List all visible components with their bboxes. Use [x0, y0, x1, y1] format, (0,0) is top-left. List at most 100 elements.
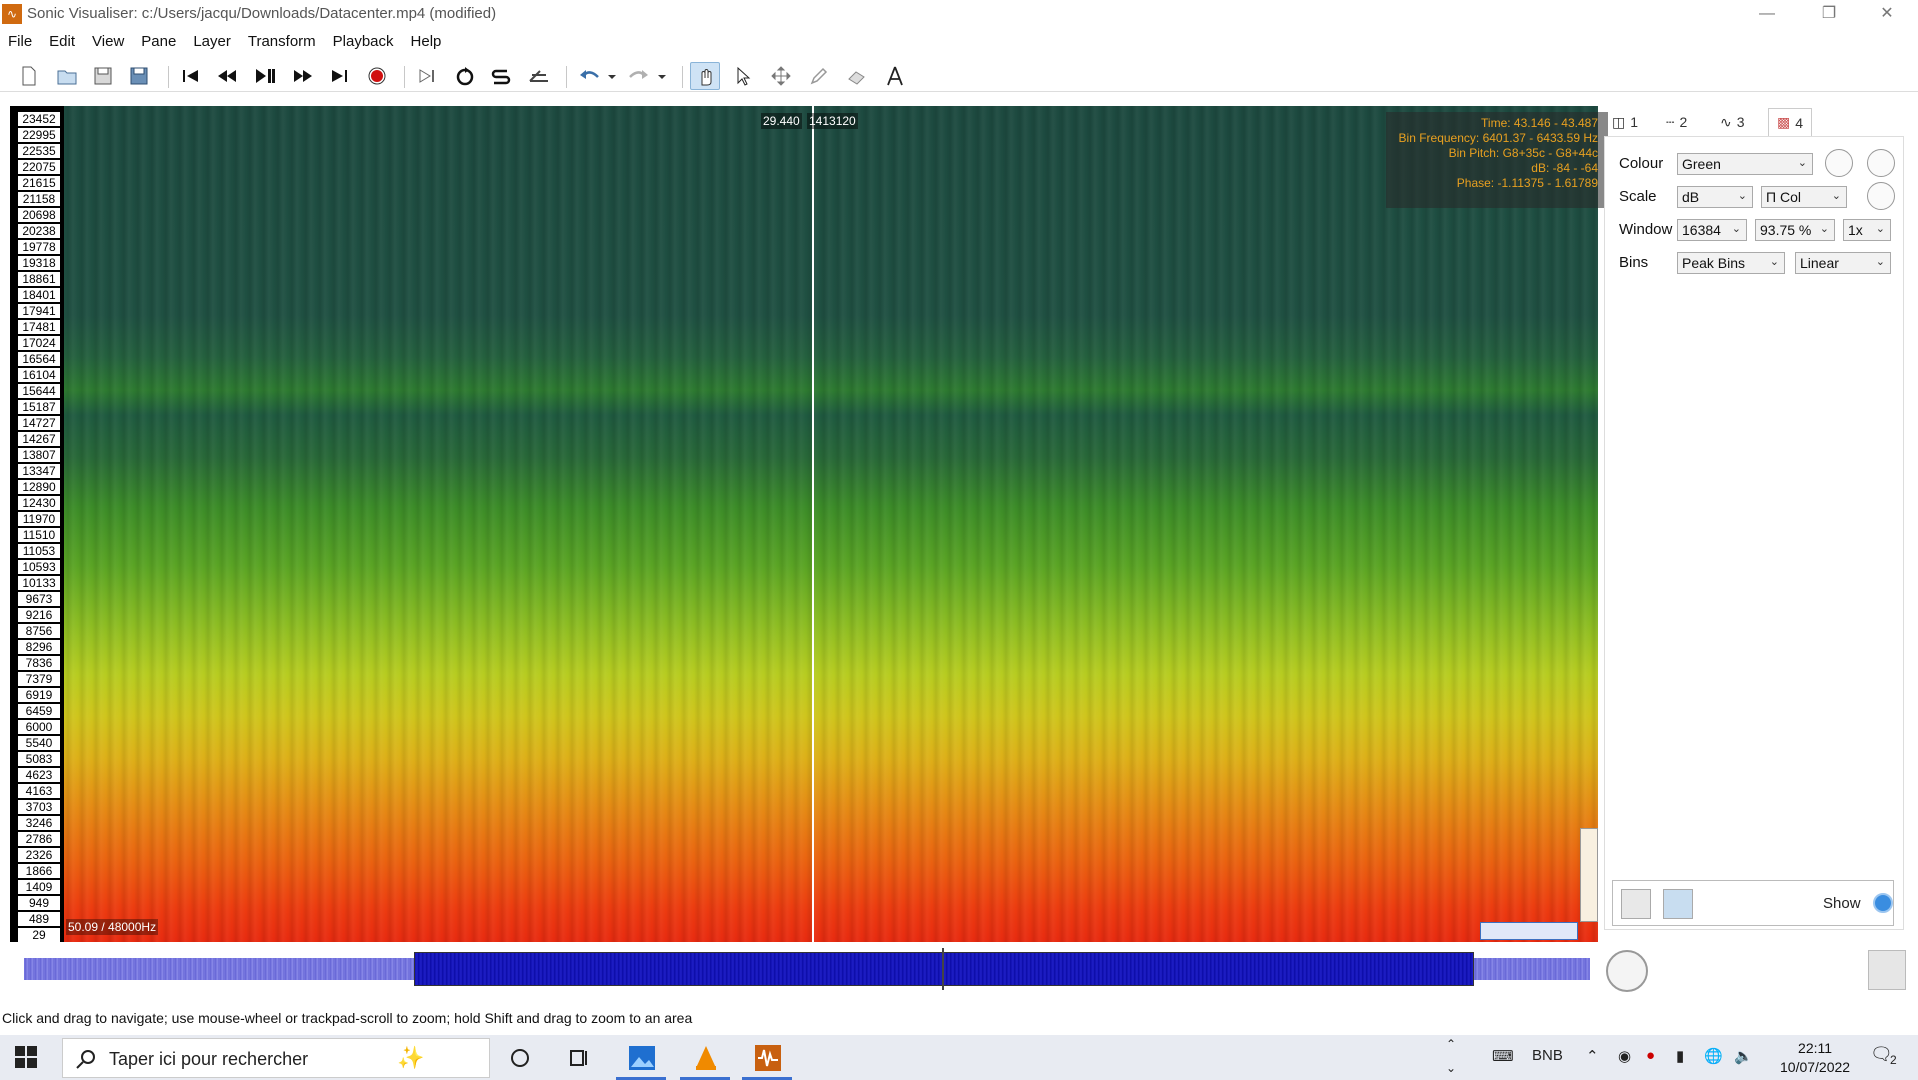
overview-waveform[interactable]: [10, 948, 1598, 990]
window-size-select[interactable]: 16384 ⌄: [1677, 219, 1747, 241]
spectrogram-view[interactable]: [64, 106, 1598, 942]
photos-app-icon[interactable]: [626, 1043, 658, 1073]
toolbar: [0, 58, 1918, 92]
frequency-scale-label: 9216: [18, 608, 60, 622]
layer-menu-button[interactable]: [1621, 889, 1651, 919]
network-icon[interactable]: 🌐: [1704, 1047, 1723, 1065]
window-overlap-select[interactable]: 93.75 % ⌄: [1755, 219, 1835, 241]
colour-rotation-dial[interactable]: [1867, 149, 1895, 177]
normalization-select[interactable]: Π Col ⌄: [1761, 186, 1847, 208]
menu-playback[interactable]: Playback: [325, 30, 403, 54]
webcam-icon[interactable]: ◉: [1618, 1047, 1631, 1065]
keyboard-layout-label[interactable]: BNB: [1532, 1047, 1563, 1064]
tab-3[interactable]: ∿ 3: [1712, 108, 1753, 136]
system-clock[interactable]: 22:11 10/07/2022: [1780, 1039, 1850, 1077]
battery-icon[interactable]: ▮: [1676, 1047, 1684, 1065]
restore-button[interactable]: ❐: [1806, 0, 1852, 28]
menu-view[interactable]: View: [84, 30, 133, 54]
menu-help[interactable]: Help: [403, 30, 451, 54]
save-as-icon[interactable]: [124, 62, 154, 90]
fast-forward-icon[interactable]: [288, 62, 318, 90]
menu-layer[interactable]: Layer: [185, 30, 240, 54]
menu-edit[interactable]: Edit: [41, 30, 84, 54]
play-layer-button[interactable]: [1663, 889, 1693, 919]
tray-chevron-down-icon[interactable]: ⌄: [1446, 1061, 1456, 1075]
open-file-icon[interactable]: [52, 62, 82, 90]
constrain-playback-icon[interactable]: [412, 62, 442, 90]
colour-select[interactable]: Green ⌄: [1677, 153, 1813, 175]
menu-bar: File Edit View Pane Layer Transform Play…: [0, 30, 1918, 54]
clock-date: 10/07/2022: [1780, 1059, 1851, 1075]
spectrogram-pane[interactable]: 23452 22995 22535 22075 21615 21158 20698 20238…: [10, 106, 1608, 942]
erase-tool-icon[interactable]: [842, 62, 872, 90]
solo-icon[interactable]: [486, 62, 516, 90]
show-toggle[interactable]: [1873, 893, 1893, 913]
rewind-start-icon[interactable]: [176, 62, 206, 90]
cortana-icon[interactable]: [504, 1043, 536, 1073]
overview-playhead: [942, 948, 944, 990]
minimize-button[interactable]: —: [1744, 0, 1790, 28]
measure-tool-icon[interactable]: [880, 62, 910, 90]
draw-tool-icon[interactable]: [804, 62, 834, 90]
tray-chevron-up-icon[interactable]: ⌃: [1446, 1037, 1456, 1051]
menu-file[interactable]: File: [0, 30, 41, 54]
frequency-scale-label: 18861: [18, 272, 60, 286]
oversampling-select[interactable]: 1x ⌄: [1843, 219, 1891, 241]
loop-icon[interactable]: [450, 62, 480, 90]
move-tool-icon[interactable]: [766, 62, 796, 90]
sonic-visualiser-app-icon[interactable]: [752, 1043, 784, 1073]
scale-select[interactable]: dB ⌄: [1677, 186, 1753, 208]
menu-pane[interactable]: Pane: [133, 30, 185, 54]
layer-visibility-row: Show: [1612, 880, 1894, 926]
overview-menu-button[interactable]: [1868, 950, 1906, 990]
select-tool-icon[interactable]: [728, 62, 758, 90]
frequency-scale-label: 20238: [18, 224, 60, 238]
navigate-tool-icon[interactable]: [690, 62, 720, 90]
close-button[interactable]: ✕: [1864, 0, 1910, 28]
frequency-scale-label: 13347: [18, 464, 60, 478]
frequency-scale-label: 22995: [18, 128, 60, 142]
playback-speed-dial[interactable]: [1606, 950, 1648, 992]
ruler-icon: ┄: [1666, 113, 1675, 130]
windows-start-icon[interactable]: [14, 1045, 38, 1069]
tab-2[interactable]: ┄ 2: [1658, 108, 1695, 136]
menu-transform[interactable]: Transform: [240, 30, 325, 54]
layer-properties-panel: Colour Green ⌄ Scale dB ⌄ Π Col ⌄ Window 16…: [1604, 136, 1904, 930]
cursor-time-label: 29.440: [761, 113, 802, 129]
show-hidden-icons[interactable]: ⌃: [1586, 1047, 1599, 1065]
scale-label: Scale: [1619, 188, 1657, 205]
frequency-scale-label: 14727: [18, 416, 60, 430]
play-pause-icon[interactable]: [250, 62, 280, 90]
info-time: Time: 43.146 - 43.487: [1481, 116, 1598, 130]
horizontal-zoom-slider[interactable]: [1480, 922, 1578, 940]
gain-dial[interactable]: [1825, 149, 1853, 177]
overview-visible-region[interactable]: [414, 952, 1474, 986]
redo-icon[interactable]: [624, 62, 654, 90]
frequency-scale-label: 23452: [18, 112, 60, 126]
fast-forward-end-icon[interactable]: [324, 62, 354, 90]
undo-dropdown-icon[interactable]: [604, 62, 620, 90]
window-title: Sonic Visualiser: c:/Users/jacqu/Downloa…: [27, 5, 497, 22]
undo-icon[interactable]: [574, 62, 604, 90]
redo-dropdown-icon[interactable]: [654, 62, 670, 90]
save-icon[interactable]: [88, 62, 118, 90]
playback-cursor[interactable]: [812, 106, 814, 942]
bins-select[interactable]: Peak Bins ⌄: [1677, 252, 1785, 274]
volume-icon[interactable]: 🔈: [1734, 1047, 1753, 1065]
tab-4[interactable]: ▩ 4: [1768, 108, 1813, 136]
follow-playback-icon[interactable]: [524, 62, 554, 90]
rewind-icon[interactable]: [212, 62, 242, 90]
new-file-icon[interactable]: [14, 62, 44, 90]
bin-scale-select[interactable]: Linear ⌄: [1795, 252, 1891, 274]
vlc-app-icon[interactable]: [690, 1043, 722, 1073]
task-view-icon[interactable]: [564, 1043, 596, 1073]
keyboard-layout-icon[interactable]: ⌨: [1492, 1047, 1514, 1065]
tab-1[interactable]: ◫ 1: [1604, 108, 1646, 136]
security-icon[interactable]: ●: [1646, 1047, 1655, 1064]
taskbar-search-box[interactable]: Taper ici pour rechercher ✨: [62, 1038, 490, 1078]
record-icon[interactable]: [362, 62, 392, 90]
threshold-dial[interactable]: [1867, 182, 1895, 210]
vertical-zoom-slider[interactable]: [1580, 828, 1598, 922]
taskbar: Taper ici pour rechercher ✨ ⌃ ⌄ ⌨ BNB ⌃ …: [0, 1035, 1918, 1080]
frequency-scale-label: 17941: [18, 304, 60, 318]
